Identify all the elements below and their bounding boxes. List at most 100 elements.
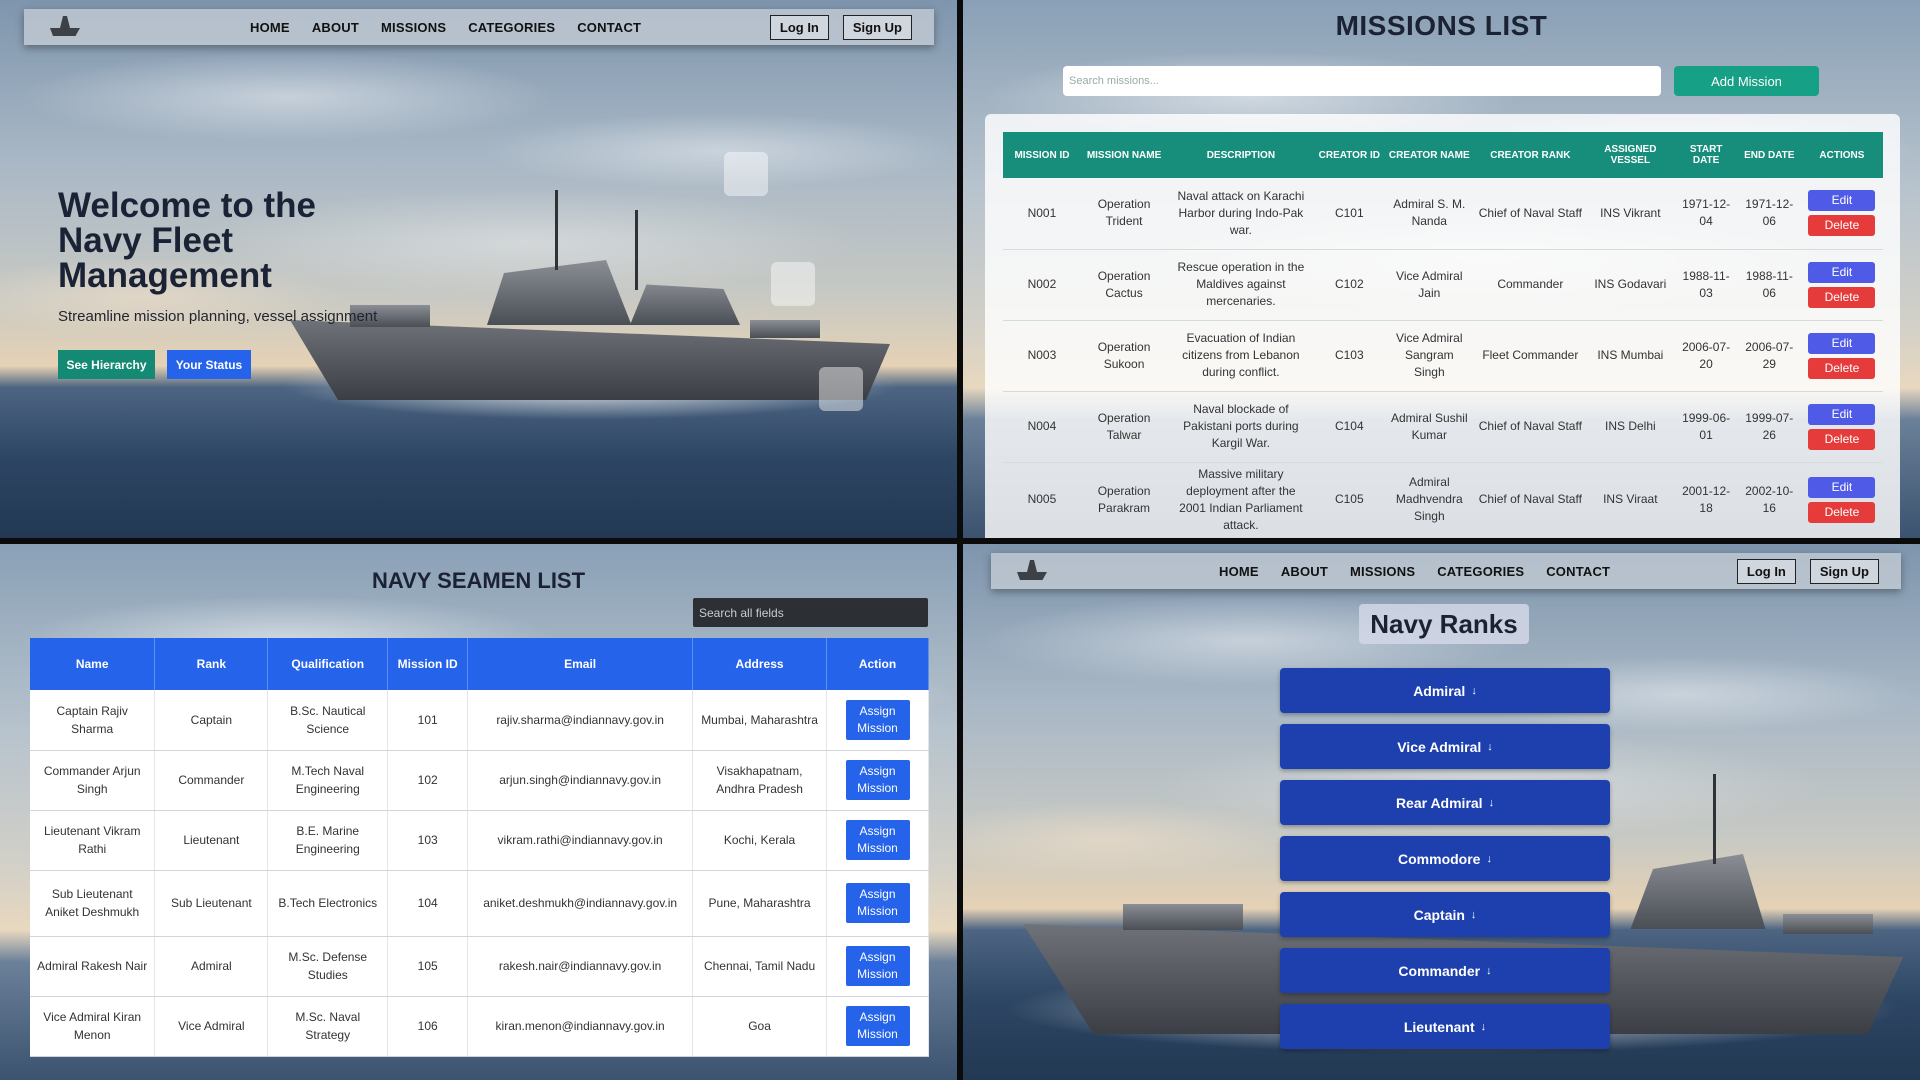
edit-button[interactable]: Edit xyxy=(1808,403,1876,425)
cell: Commander xyxy=(154,750,269,811)
column-header[interactable]: CREATOR NAME xyxy=(1384,132,1475,178)
delete-button[interactable]: Delete xyxy=(1808,215,1876,237)
column-header[interactable]: MISSION ID xyxy=(1003,132,1081,178)
column-header[interactable]: Mission ID xyxy=(387,638,469,690)
navy-ship-logo-icon[interactable] xyxy=(48,14,82,40)
cell: INS Viraat xyxy=(1586,462,1675,538)
edit-button[interactable]: Edit xyxy=(1808,332,1876,354)
cell: aniket.deshmukh@indiannavy.gov.in xyxy=(467,870,694,937)
cell: Operation Talwar xyxy=(1080,391,1168,463)
column-header[interactable]: MISSION NAME xyxy=(1080,132,1168,178)
column-header: Action xyxy=(826,638,929,690)
rank-admiral-button[interactable]: Admiral ↓ xyxy=(1280,668,1610,713)
column-header[interactable]: Rank xyxy=(154,638,269,690)
auth-buttons: Log In Sign Up xyxy=(1736,558,1879,584)
hero-subtitle: Streamline mission planning, vessel assi… xyxy=(58,308,378,325)
delete-button[interactable]: Delete xyxy=(1808,357,1876,379)
cell: Naval blockade of Pakistani ports during… xyxy=(1167,391,1315,463)
actions-cell: Edit Delete xyxy=(1800,462,1883,538)
edit-button[interactable]: Edit xyxy=(1808,476,1876,498)
cell: INS Godavari xyxy=(1586,249,1675,321)
cell: B.Tech Electronics xyxy=(267,870,389,937)
signup-button[interactable]: Sign Up xyxy=(1809,558,1879,584)
cell: N003 xyxy=(1003,320,1081,392)
cell: Massive military deployment after the 20… xyxy=(1167,462,1315,538)
column-header[interactable]: ASSIGNED VESSEL xyxy=(1586,132,1675,178)
rank-commodore-button[interactable]: Commodore ↓ xyxy=(1280,836,1610,881)
delete-button[interactable]: Delete xyxy=(1808,501,1876,523)
column-header[interactable]: Email xyxy=(467,638,694,690)
arrow-down-icon: ↓ xyxy=(1480,1020,1487,1033)
delete-button[interactable]: Delete xyxy=(1808,286,1876,308)
edit-button[interactable]: Edit xyxy=(1808,261,1876,283)
cell: Admiral Rakesh Nair xyxy=(30,936,156,997)
delete-button[interactable]: Delete xyxy=(1808,428,1876,450)
nav-about[interactable]: ABOUT xyxy=(312,20,359,35)
edit-button[interactable]: Edit xyxy=(1808,190,1876,212)
assign-mission-button[interactable]: Assign Mission xyxy=(845,760,910,800)
nav-categories[interactable]: CATEGORIES xyxy=(468,20,555,35)
assign-mission-button[interactable]: Assign Mission xyxy=(845,820,910,860)
cell: Chief of Naval Staff xyxy=(1474,178,1587,250)
login-button[interactable]: Log In xyxy=(769,14,829,40)
nav-about[interactable]: ABOUT xyxy=(1281,564,1328,579)
column-header[interactable]: CREATOR ID xyxy=(1314,132,1385,178)
cell: Sub Lieutenant xyxy=(154,870,269,937)
cell: INS Delhi xyxy=(1586,391,1675,463)
login-button[interactable]: Log In xyxy=(1736,558,1796,584)
actions-cell: Edit Delete xyxy=(1800,178,1883,250)
column-header[interactable]: DESCRIPTION xyxy=(1167,132,1315,178)
nav-missions[interactable]: MISSIONS xyxy=(381,20,446,35)
rank-vice-admiral-button[interactable]: Vice Admiral ↓ xyxy=(1280,724,1610,769)
mission-search-input[interactable]: Search missions... xyxy=(1063,66,1661,96)
cell: vikram.rathi@indiannavy.gov.in xyxy=(467,810,694,871)
column-header[interactable]: Address xyxy=(692,638,828,690)
arrow-down-icon: ↓ xyxy=(1488,796,1495,809)
nav-home[interactable]: HOME xyxy=(250,20,290,35)
rank-commander-button[interactable]: Commander ↓ xyxy=(1280,948,1610,993)
cell: Admiral Madhvendra Singh xyxy=(1384,462,1475,538)
nav-missions[interactable]: MISSIONS xyxy=(1350,564,1415,579)
your-status-button[interactable]: Your Status xyxy=(167,350,251,379)
rank-label: Commodore xyxy=(1398,850,1481,867)
action-cell: Assign Mission xyxy=(826,936,929,997)
see-hierarchy-button[interactable]: See Hierarchy xyxy=(58,350,155,379)
cell: Mumbai, Maharashtra xyxy=(692,690,828,751)
assign-mission-button[interactable]: Assign Mission xyxy=(845,946,910,986)
column-header[interactable]: START DATE xyxy=(1674,132,1738,178)
table-header-row: Name Rank Qualification Mission ID Email… xyxy=(30,638,929,690)
assign-mission-button[interactable]: Assign Mission xyxy=(845,699,910,740)
column-header[interactable]: Name xyxy=(30,638,156,690)
nav-contact[interactable]: CONTACT xyxy=(577,20,641,35)
nav-contact[interactable]: CONTACT xyxy=(1546,564,1610,579)
seamen-search-input[interactable]: Search all fields xyxy=(693,598,928,627)
cell: 106 xyxy=(387,996,469,1057)
nav-categories[interactable]: CATEGORIES xyxy=(1437,564,1524,579)
cell: Vice Admiral Kiran Menon xyxy=(30,996,156,1057)
column-header[interactable]: END DATE xyxy=(1737,132,1801,178)
rank-label: Commander xyxy=(1398,962,1481,979)
nav-home[interactable]: HOME xyxy=(1219,564,1259,579)
column-header[interactable]: Qualification xyxy=(267,638,389,690)
cell: Captain Rajiv Sharma xyxy=(30,690,156,751)
rank-label: Rear Admiral xyxy=(1395,794,1483,811)
rank-captain-button[interactable]: Captain ↓ xyxy=(1280,892,1610,937)
signup-button[interactable]: Sign Up xyxy=(842,14,912,40)
cell: Vice Admiral xyxy=(154,996,269,1057)
assign-mission-button[interactable]: Assign Mission xyxy=(845,883,910,923)
add-mission-button[interactable]: Add Mission xyxy=(1674,66,1819,96)
cell: 105 xyxy=(387,936,469,997)
rank-rear-admiral-button[interactable]: Rear Admiral ↓ xyxy=(1280,780,1610,825)
cell: rakesh.nair@indiannavy.gov.in xyxy=(467,936,694,997)
navy-ship-logo-icon[interactable] xyxy=(1015,558,1049,584)
cell: arjun.singh@indiannavy.gov.in xyxy=(467,750,694,811)
cell: 2002-10-16 xyxy=(1737,462,1801,538)
assign-mission-button[interactable]: Assign Mission xyxy=(845,1006,910,1046)
rank-lieutenant-button[interactable]: Lieutenant ↓ xyxy=(1280,1004,1610,1049)
table-row: N004 Operation Talwar Naval blockade of … xyxy=(1003,391,1883,463)
column-header[interactable]: CREATOR RANK xyxy=(1474,132,1587,178)
cell: Pune, Maharashtra xyxy=(692,870,828,937)
column-header: ACTIONS xyxy=(1800,132,1883,178)
arrow-down-icon: ↓ xyxy=(1487,740,1493,753)
table-row: N001 Operation Trident Naval attack on K… xyxy=(1003,178,1883,250)
